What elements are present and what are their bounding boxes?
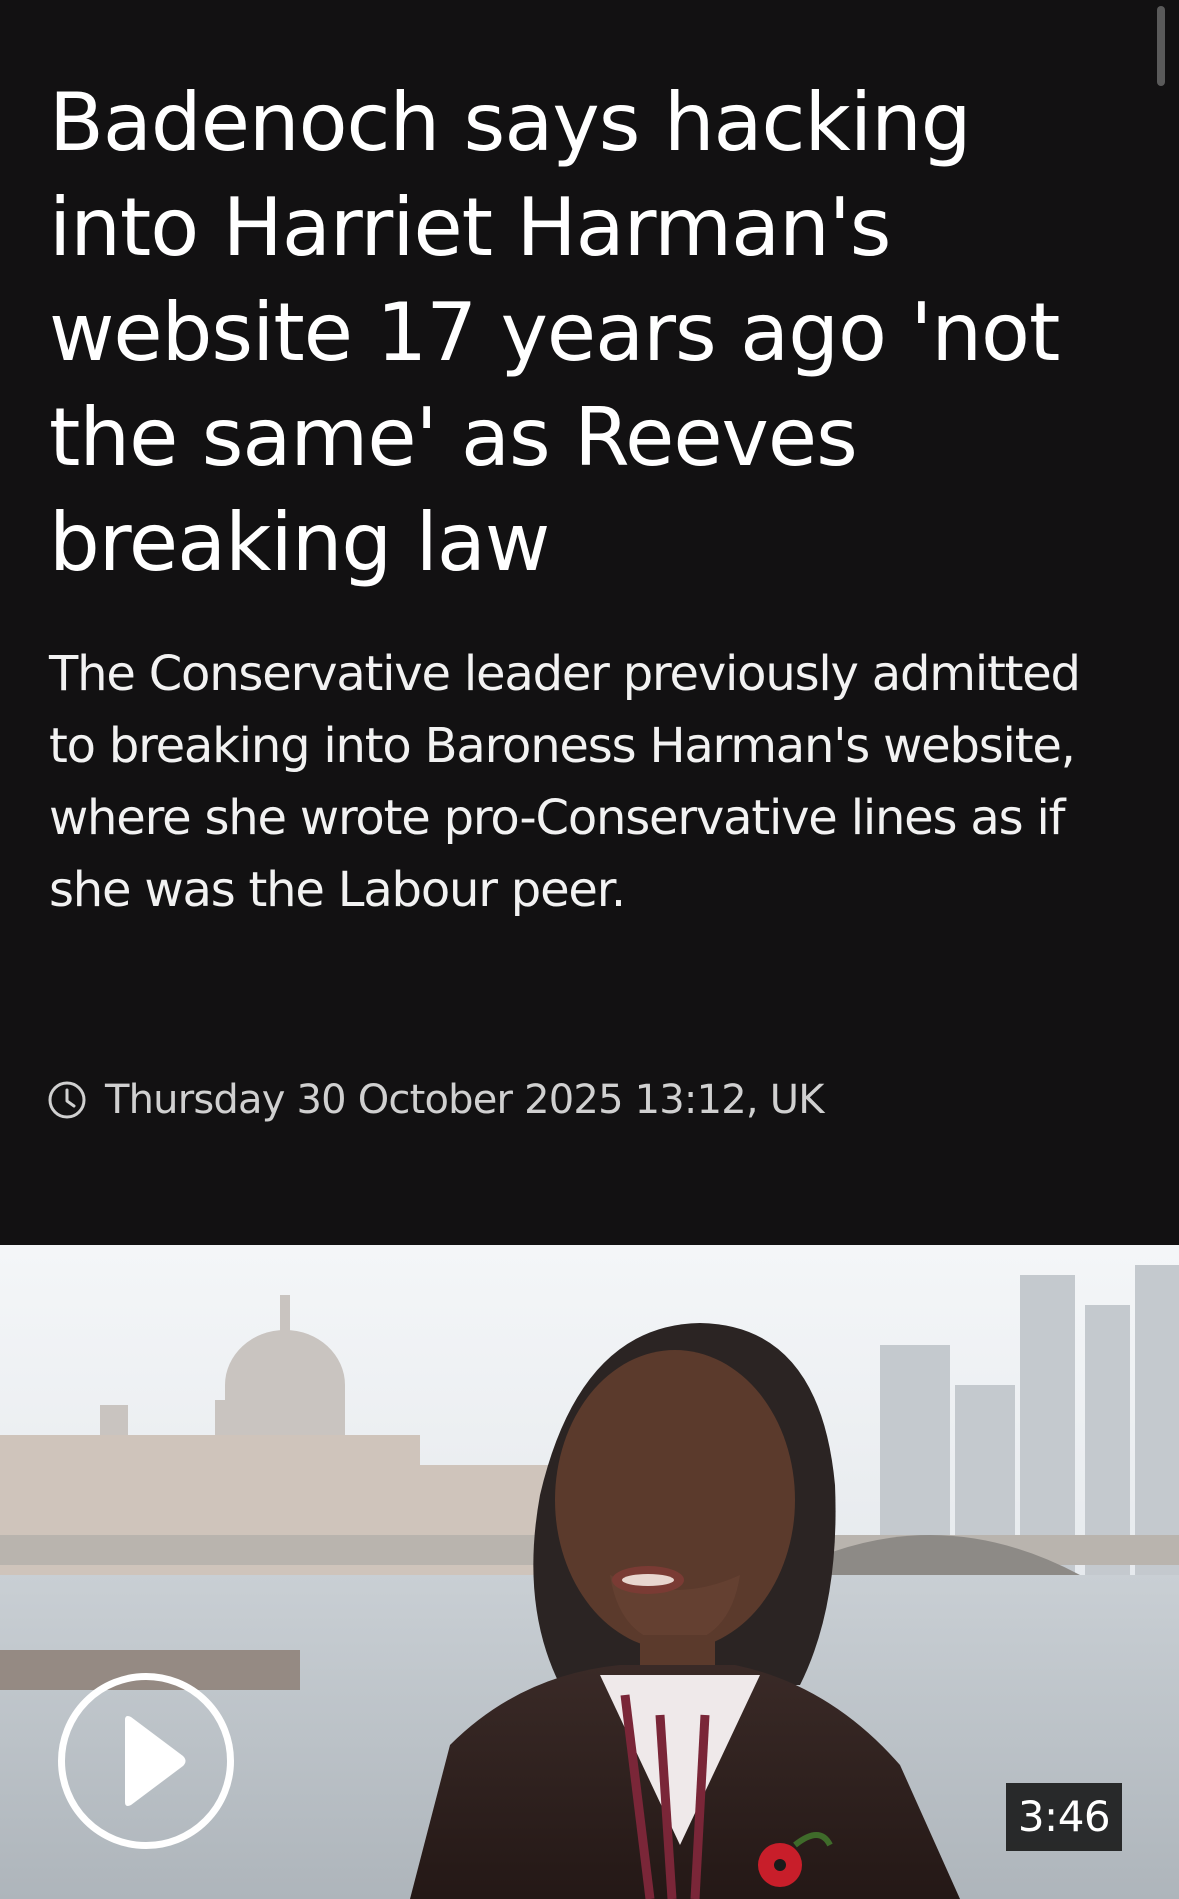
timestamp-text: Thursday 30 October 2025 13:12, UK — [105, 1077, 824, 1123]
article-header: Badenoch says hacking into Harriet Harma… — [0, 0, 1179, 1245]
play-icon — [125, 1716, 186, 1806]
article-headline: Badenoch says hacking into Harriet Harma… — [49, 76, 1060, 589]
video-duration: 3:46 — [1006, 1783, 1122, 1851]
article-timestamp: Thursday 30 October 2025 13:12, UK — [47, 1072, 824, 1128]
scrollbar[interactable] — [1157, 6, 1165, 86]
video-player[interactable]: 3:46 — [0, 1245, 1179, 1899]
play-button[interactable] — [58, 1673, 234, 1849]
article-standfirst: The Conservative leader previously admit… — [49, 646, 1081, 918]
clock-icon — [47, 1080, 87, 1120]
